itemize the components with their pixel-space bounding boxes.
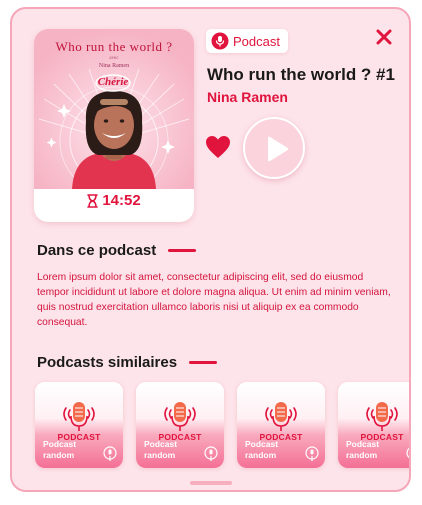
podcast-detail-panel: Who run the world ? avec Nina Ramen Chér… [10,7,411,492]
similar-podcasts-list: PODCAST Podcast random PODCAST Podcast r… [35,382,409,470]
podcast-small-icon [305,446,319,461]
similar-podcast-card[interactable]: PODCAST Podcast random [237,382,325,468]
close-button[interactable] [374,27,394,47]
podcast-cover-card[interactable]: Who run the world ? avec Nina Ramen Chér… [34,29,194,222]
duration-value: 14:52 [102,192,141,209]
similar-heading-text: Podcasts similaires [37,354,178,371]
heading-underline [189,361,218,364]
podcast-description: Lorem ipsum dolor sit amet, consectetur … [37,272,391,328]
cover-artwork: Who run the world ? avec Nina Ramen Chér… [34,29,194,189]
podcast-type-label: Podcast [233,33,280,49]
microphone-icon [366,402,398,431]
microphone-icon [164,402,196,431]
similar-podcast-label: Podcast random [346,439,380,460]
like-button[interactable] [205,135,231,159]
similar-podcast-card[interactable]: PODCAST Podcast random [136,382,224,468]
podcast-small-icon [406,447,409,459]
podcast-small-icon [204,446,218,461]
carousel-scroll-indicator[interactable] [190,481,232,485]
cherie-logo-text: Chérie [97,76,129,88]
hourglass-icon [87,193,99,208]
cover-host-name: Nina Ramen [98,63,130,69]
similar-podcast-card[interactable]: PODCAST Podcast random [35,382,123,468]
similar-podcast-label: Podcast random [43,439,77,460]
similar-podcast-card[interactable]: PODCAST Podcast random [338,382,409,468]
play-button[interactable] [243,117,305,179]
duration: 14:52 [34,192,194,209]
close-icon [376,29,392,45]
podcast-small-icon [103,446,117,461]
play-icon [268,136,288,162]
microphone-icon [265,402,297,431]
similar-podcast-label: Podcast random [144,439,178,460]
cover-title: Who run the world ? [55,39,173,54]
similar-heading: Podcasts similaires [37,354,218,371]
heart-icon [206,136,230,158]
episode-host: Nina Ramen [207,89,288,105]
microphone-icon [63,402,95,431]
similar-podcast-label: Podcast random [245,439,279,460]
podcast-type-badge: Podcast [206,29,288,53]
heading-underline [168,249,197,252]
about-heading: Dans ce podcast [37,242,197,259]
podcast-icon [211,32,229,50]
about-heading-text: Dans ce podcast [37,242,157,259]
episode-title: Who run the world ? #1 [207,65,395,84]
cherie-logo: Chérie [94,73,132,93]
cover-avec-label: avec [109,56,119,61]
